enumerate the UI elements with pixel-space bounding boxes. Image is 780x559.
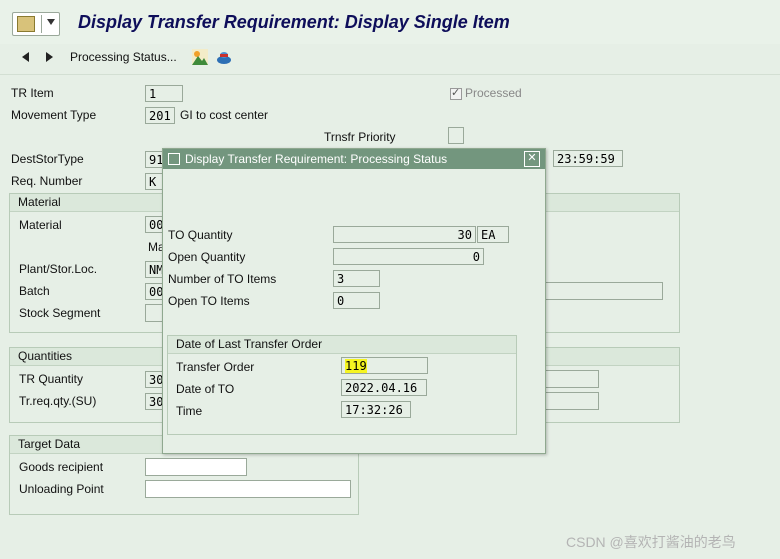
to-quantity-field[interactable]: 30 bbox=[333, 226, 476, 243]
trnsfr-priority-label: Trnsfr Priority bbox=[324, 130, 396, 144]
open-to-items-field[interactable]: 0 bbox=[333, 292, 380, 309]
trnsfr-priority-field[interactable] bbox=[448, 127, 464, 144]
tr-quantity-label: TR Quantity bbox=[19, 372, 84, 386]
to-quantity-unit-field[interactable]: EA bbox=[477, 226, 509, 243]
transfer-order-value: 119 bbox=[345, 359, 367, 373]
transport-icon[interactable] bbox=[216, 49, 232, 65]
processed-checkbox[interactable] bbox=[450, 86, 462, 100]
open-quantity-field[interactable]: 0 bbox=[333, 248, 484, 265]
number-of-to-items-label: Number of TO Items bbox=[168, 272, 277, 286]
date-of-to-label: Date of TO bbox=[176, 382, 235, 396]
processing-status-button[interactable]: Processing Status... bbox=[70, 50, 177, 64]
goods-recipient-label: Goods recipient bbox=[19, 460, 104, 474]
close-icon[interactable]: ✕ bbox=[524, 151, 540, 167]
number-of-to-items-field[interactable]: 3 bbox=[333, 270, 380, 287]
tr-quantity-right-field[interactable] bbox=[543, 370, 599, 388]
tr-req-qty-right-field[interactable] bbox=[543, 392, 599, 410]
menu-icon bbox=[17, 16, 35, 32]
goods-recipient-field[interactable] bbox=[145, 458, 247, 476]
stock-segment-label: Stock Segment bbox=[19, 306, 101, 320]
unloading-point-label: Unloading Point bbox=[19, 482, 104, 496]
movement-type-field[interactable]: 201 bbox=[145, 107, 175, 124]
dialog-title: Display Transfer Requirement: Processing… bbox=[185, 152, 448, 166]
tr-item-label: TR Item bbox=[11, 86, 54, 100]
plant-stor-loc-label: Plant/Stor.Loc. bbox=[19, 262, 98, 276]
processed-label: Processed bbox=[465, 86, 522, 100]
tr-req-qty-su-label: Tr.req.qty.(SU) bbox=[19, 394, 97, 408]
processing-status-dialog: Display Transfer Requirement: Processing… bbox=[162, 148, 546, 454]
movement-type-text: GI to cost center bbox=[180, 108, 269, 122]
menu-separator bbox=[41, 15, 42, 33]
page-title: Display Transfer Requirement: Display Si… bbox=[78, 12, 510, 32]
system-menu-button[interactable] bbox=[12, 12, 60, 36]
transfer-order-field[interactable]: 119 bbox=[341, 357, 428, 374]
landscape-icon[interactable] bbox=[192, 49, 208, 65]
chevron-down-icon bbox=[47, 19, 55, 25]
dialog-title-bar: Display Transfer Requirement: Processing… bbox=[163, 149, 545, 169]
watermark: CSDN @喜欢打酱油的老鸟 bbox=[566, 534, 736, 550]
to-quantity-label: TO Quantity bbox=[168, 228, 233, 242]
material-label: Material bbox=[19, 218, 62, 232]
req-number-label: Req. Number bbox=[11, 174, 83, 188]
dest-stor-type-label: DestStorType bbox=[11, 152, 84, 166]
time-label: Time bbox=[176, 404, 203, 418]
date-of-to-field[interactable]: 2022.04.16 bbox=[341, 379, 427, 396]
target-data-group-title: Target Data bbox=[18, 437, 81, 451]
material-right-field[interactable] bbox=[543, 282, 663, 300]
time-field[interactable]: 23:59:59 bbox=[553, 150, 623, 167]
movement-type-label: Movement Type bbox=[11, 108, 97, 122]
open-to-items-label: Open TO Items bbox=[168, 294, 250, 308]
tr-item-field[interactable]: 1 bbox=[145, 85, 183, 102]
last-transfer-order-group-header: Date of Last Transfer Order bbox=[168, 336, 516, 354]
navigate-previous-icon[interactable] bbox=[22, 52, 29, 62]
time-of-to-field[interactable]: 17:32:26 bbox=[341, 401, 411, 418]
unloading-point-field[interactable] bbox=[145, 480, 351, 498]
dialog-window-icon bbox=[168, 153, 180, 165]
material-group-title: Material bbox=[18, 195, 61, 209]
open-quantity-label: Open Quantity bbox=[168, 250, 246, 264]
navigate-next-icon[interactable] bbox=[46, 52, 53, 62]
transfer-order-label: Transfer Order bbox=[176, 360, 255, 374]
batch-label: Batch bbox=[19, 284, 50, 298]
last-transfer-order-group-title: Date of Last Transfer Order bbox=[176, 337, 323, 351]
quantities-group-title: Quantities bbox=[18, 349, 73, 363]
